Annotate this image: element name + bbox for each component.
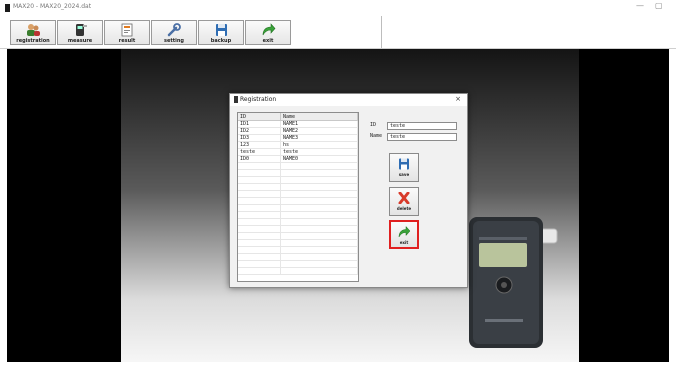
empty-row — [238, 197, 358, 205]
empty-row — [238, 162, 358, 170]
dialog-title-bar: Registration × — [230, 94, 467, 106]
empty-row — [238, 211, 358, 219]
backup-label: backup — [210, 38, 232, 44]
empty-row — [238, 190, 358, 198]
cell-id: ID0 — [238, 155, 281, 163]
dialog-title: Registration — [240, 96, 277, 103]
measure-label: measure — [67, 38, 93, 44]
floppy-icon — [216, 24, 227, 36]
exit-arrow-icon — [398, 226, 411, 238]
cell-id: teste — [238, 148, 281, 156]
maximize-button[interactable]: ▢ — [655, 1, 663, 10]
registration-list[interactable]: ID Name ID1 NAME1 ID2 NAME2 ID3 NAME3 123 hs… — [237, 112, 359, 282]
setting-button[interactable]: setting — [151, 20, 197, 45]
table-header-row: ID Name — [238, 113, 358, 121]
empty-row — [238, 253, 358, 261]
exit-arrow-icon — [262, 23, 276, 36]
exit-label: exit — [262, 38, 274, 44]
people-icon — [27, 24, 40, 36]
floppy-icon — [399, 158, 409, 170]
column-header-name[interactable]: Name — [280, 113, 358, 121]
device-icon — [76, 24, 87, 36]
wrench-icon — [167, 23, 181, 37]
toolbar-divider — [381, 16, 382, 48]
cell-name: hs — [280, 141, 358, 149]
registration-table: ID Name ID1 NAME1 ID2 NAME2 ID3 NAME3 123 hs… — [238, 113, 358, 275]
delete-label: delete — [396, 206, 412, 211]
empty-row — [238, 232, 358, 240]
toolbar: registration measure result setting back… — [0, 16, 676, 49]
cell-id: ID3 — [238, 134, 281, 142]
empty-row — [238, 225, 358, 233]
empty-row — [238, 260, 358, 268]
empty-row — [238, 267, 358, 275]
table-row[interactable]: 123 hs — [238, 141, 358, 149]
registration-label: registration — [16, 38, 50, 44]
exit-button[interactable]: exit — [245, 20, 291, 45]
title-bar: MAX20 - MAX20_2024.dat — ▢ — [0, 0, 676, 16]
save-label: save — [398, 172, 410, 177]
dialog-exit-button[interactable]: exit — [389, 220, 419, 249]
id-label: ID — [370, 122, 377, 128]
save-button[interactable]: save — [389, 153, 419, 182]
app-icon — [5, 4, 10, 12]
delete-button[interactable]: delete — [389, 187, 419, 216]
result-button[interactable]: result — [104, 20, 150, 45]
table-row[interactable]: ID1 NAME1 — [238, 120, 358, 128]
dialog-app-icon — [234, 96, 238, 103]
registration-dialog: Registration × ID Name ID1 NAME1 ID2 NAME2… — [229, 93, 468, 288]
empty-row — [238, 183, 358, 191]
backup-button[interactable]: backup — [198, 20, 244, 45]
empty-row — [238, 169, 358, 177]
registration-button[interactable]: registration — [10, 20, 56, 45]
breathalyzer-image — [469, 217, 558, 348]
measure-button[interactable]: measure — [57, 20, 103, 45]
empty-row — [238, 246, 358, 254]
table-row[interactable]: teste teste — [238, 148, 358, 156]
table-row[interactable]: ID2 NAME2 — [238, 127, 358, 135]
report-icon — [121, 23, 133, 37]
dialog-exit-label: exit — [399, 240, 409, 245]
name-field[interactable]: teste — [387, 133, 457, 141]
empty-row — [238, 204, 358, 212]
result-label: result — [118, 38, 136, 44]
cell-id: 123 — [238, 141, 281, 149]
table-row[interactable]: ID0 NAME0 — [238, 155, 358, 163]
cell-name: NAME2 — [280, 127, 358, 135]
setting-label: setting — [164, 38, 184, 44]
cell-id: ID2 — [238, 127, 281, 135]
empty-row — [238, 176, 358, 184]
delete-x-icon — [398, 192, 410, 204]
minimize-button[interactable]: — — [636, 1, 644, 10]
column-header-id[interactable]: ID — [238, 113, 281, 121]
empty-row — [238, 218, 358, 226]
name-label: Name — [370, 133, 383, 139]
empty-row — [238, 239, 358, 247]
cell-name: NAME3 — [280, 134, 358, 142]
cell-name: NAME0 — [280, 155, 358, 163]
cell-id: ID1 — [238, 120, 281, 128]
close-icon[interactable]: × — [455, 95, 461, 103]
cell-name: NAME1 — [280, 120, 358, 128]
table-row[interactable]: ID3 NAME3 — [238, 134, 358, 142]
id-field[interactable]: teste — [387, 122, 457, 130]
window-title: MAX20 - MAX20_2024.dat — [13, 3, 92, 10]
cell-name: teste — [280, 148, 358, 156]
